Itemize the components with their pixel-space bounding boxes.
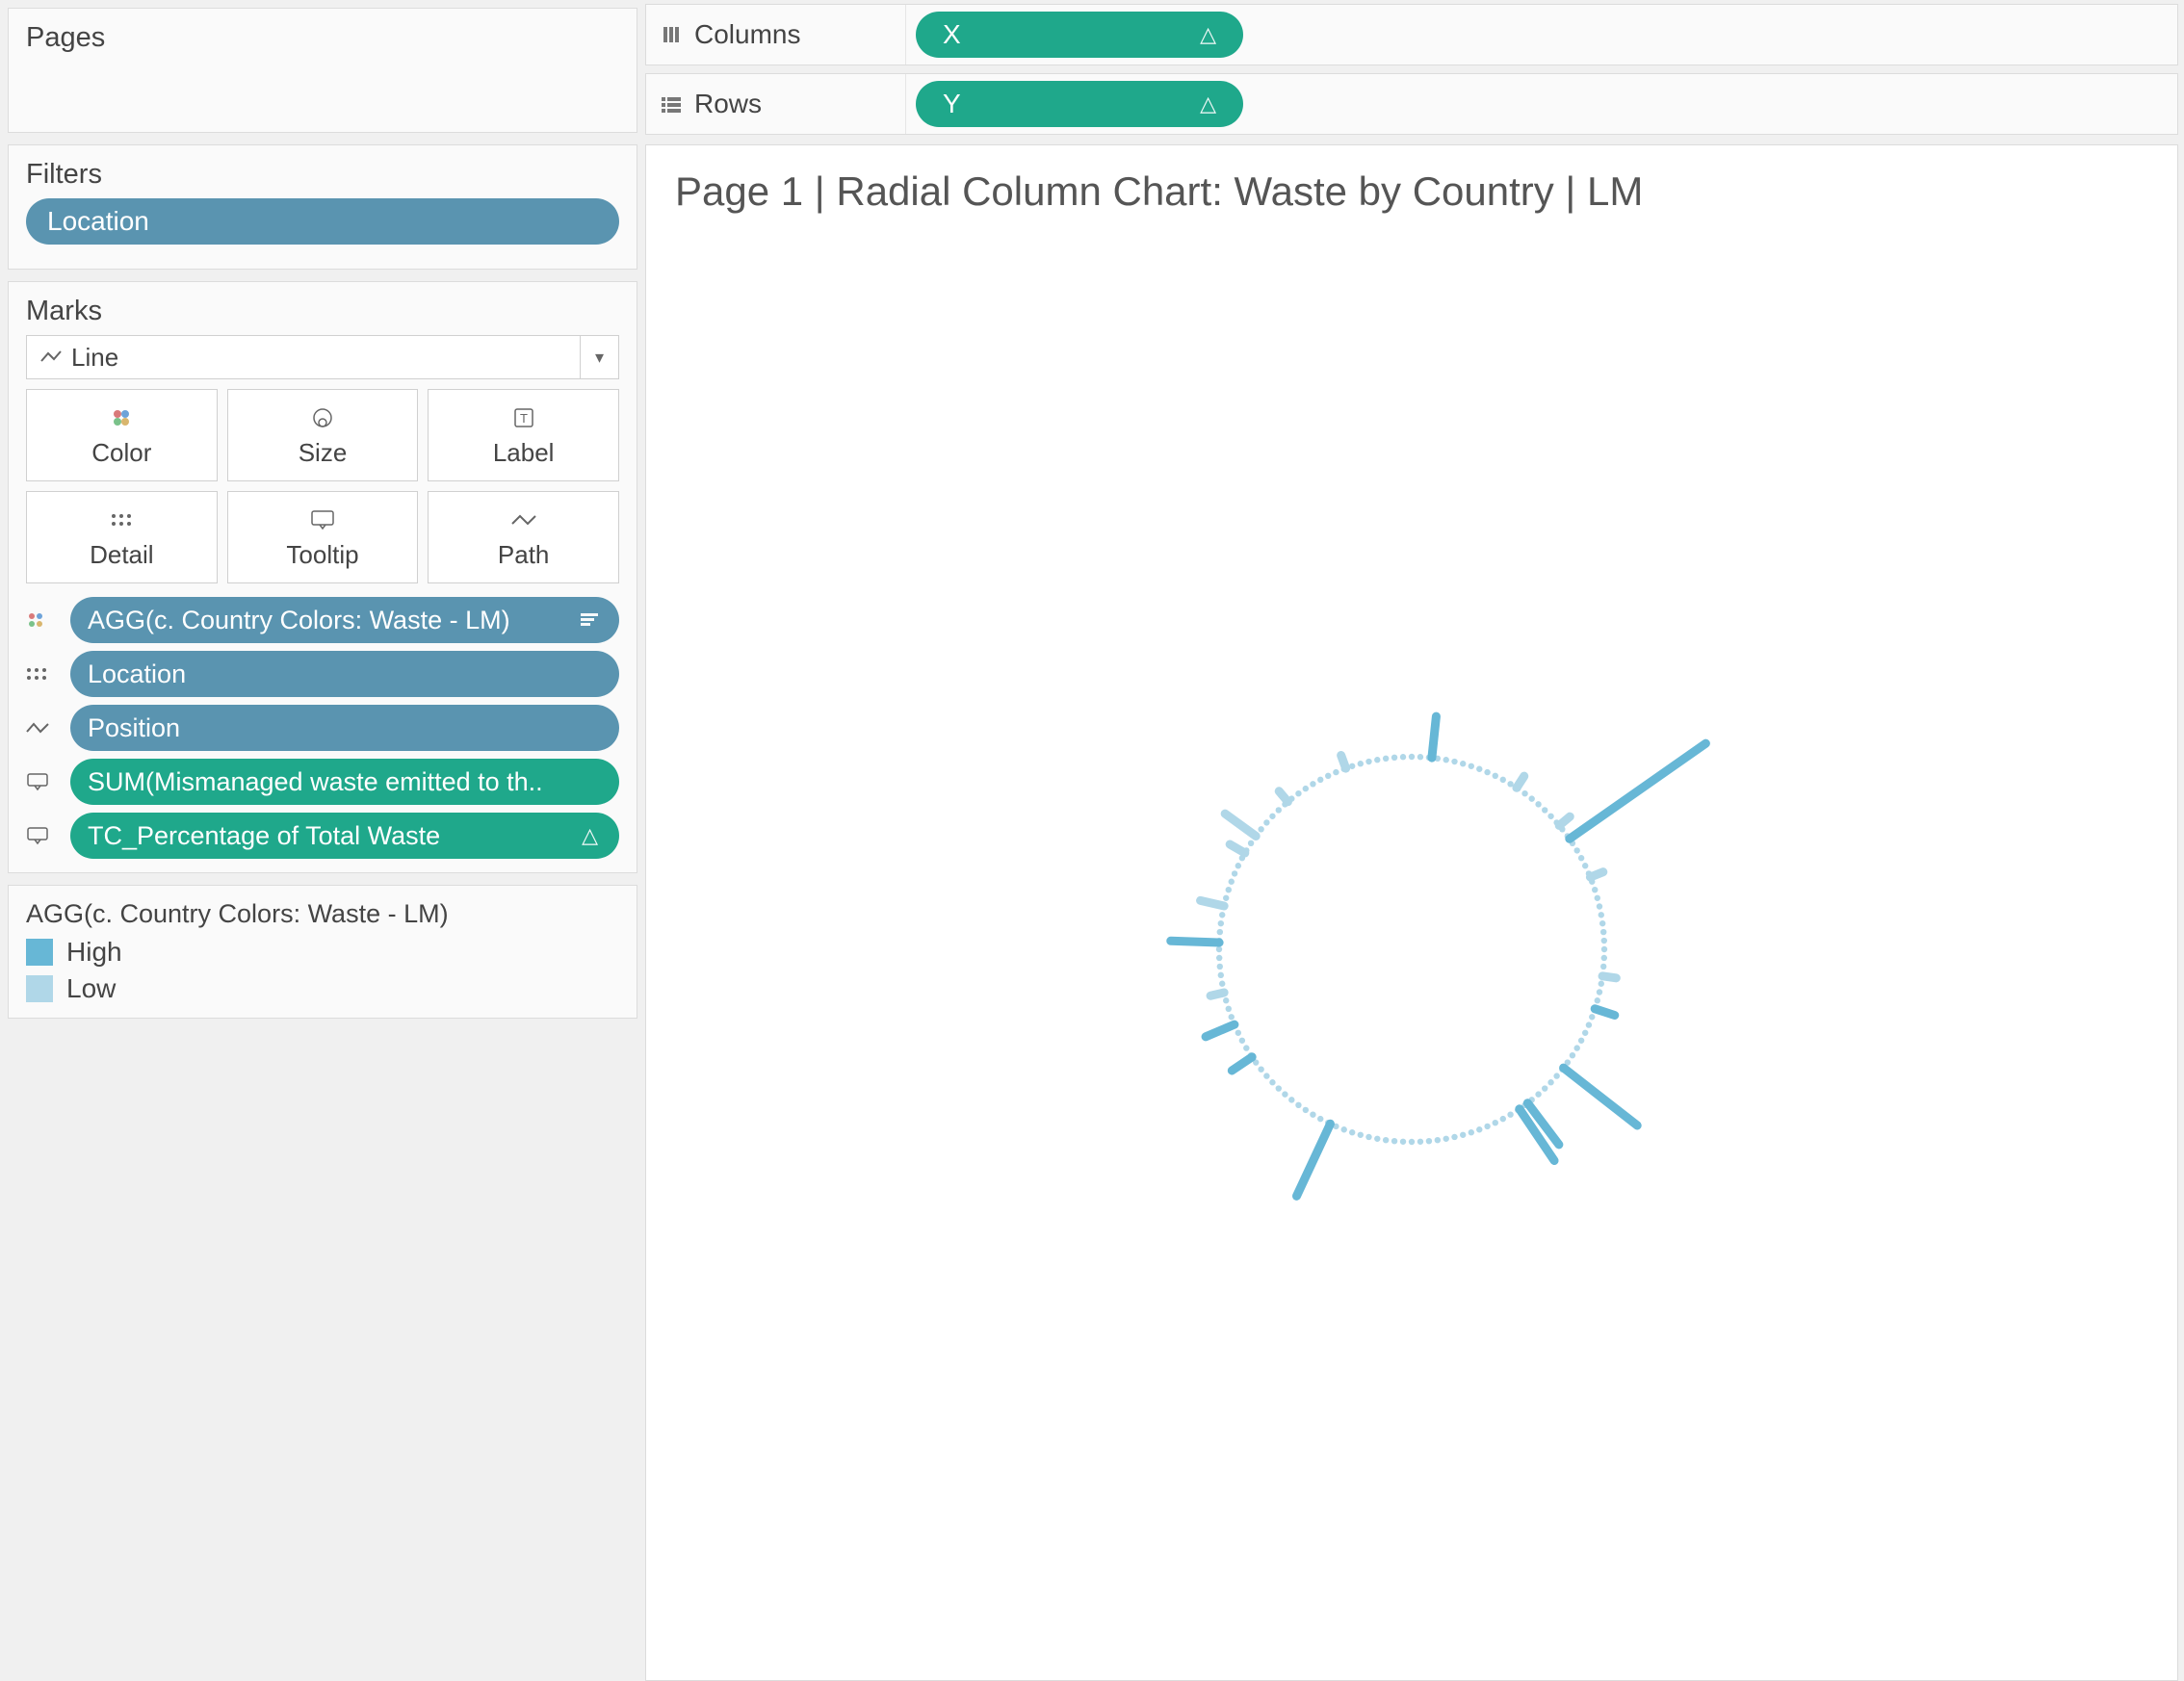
columns-pill-label: X: [943, 19, 961, 50]
tooltip-icon: [26, 826, 61, 845]
legend-title: AGG(c. Country Colors: Waste - LM): [26, 899, 619, 929]
color-icon: [110, 403, 133, 432]
mark-pill[interactable]: SUM(Mismanaged waste emitted to th..: [70, 759, 619, 805]
mark-pill-row: Location: [26, 651, 619, 697]
mark-btn-color[interactable]: Color: [26, 389, 218, 481]
mark-btn-path[interactable]: Path: [428, 491, 619, 583]
mark-pill-label: Location: [88, 659, 186, 689]
mark-btn-label: Size: [299, 438, 348, 468]
mark-btn-label[interactable]: T Label: [428, 389, 619, 481]
mark-pill-row: TC_Percentage of Total Waste △: [26, 813, 619, 859]
columns-shelf[interactable]: Columns X △: [645, 4, 2178, 65]
label-icon: T: [512, 403, 535, 432]
delta-icon: △: [1200, 91, 1216, 116]
left-panel: Pages Filters Location Marks Line ▾: [0, 0, 645, 1681]
viz-area[interactable]: Page 1 | Radial Column Chart: Waste by C…: [645, 144, 2178, 1681]
filter-pill-label: Location: [47, 206, 149, 237]
mark-pill-label: Position: [88, 713, 180, 743]
detail-icon: [110, 505, 133, 534]
mark-pill[interactable]: TC_Percentage of Total Waste △: [70, 813, 619, 859]
mark-btn-tooltip[interactable]: Tooltip: [227, 491, 419, 583]
rows-pill-label: Y: [943, 89, 961, 119]
pill-menu-icon[interactable]: [581, 613, 598, 627]
mark-btn-label: Tooltip: [286, 540, 358, 570]
mark-btn-size[interactable]: Size: [227, 389, 419, 481]
rows-pill-y[interactable]: Y △: [916, 81, 1243, 127]
radial-chart: [882, 468, 1941, 1527]
viz-title: Page 1 | Radial Column Chart: Waste by C…: [675, 168, 2148, 215]
mark-pill[interactable]: Position: [70, 705, 619, 751]
mark-btn-label: Label: [493, 438, 555, 468]
marktype-label: Line: [71, 343, 118, 373]
legend-label: High: [66, 937, 122, 968]
mark-btn-label: Path: [498, 540, 550, 570]
columns-pill-x[interactable]: X △: [916, 12, 1243, 58]
mark-pill-row: AGG(c. Country Colors: Waste - LM): [26, 597, 619, 643]
legend-swatch: [26, 939, 53, 966]
mark-pill-row: Position: [26, 705, 619, 751]
right-panel: Columns X △ Rows Y △: [645, 0, 2184, 1681]
app-root: Pages Filters Location Marks Line ▾: [0, 0, 2184, 1681]
mark-pill-label: TC_Percentage of Total Waste: [88, 821, 440, 851]
pages-title: Pages: [26, 22, 619, 54]
legend-card[interactable]: AGG(c. Country Colors: Waste - LM) High L…: [8, 885, 637, 1019]
legend-swatch: [26, 975, 53, 1002]
mark-pill[interactable]: AGG(c. Country Colors: Waste - LM): [70, 597, 619, 643]
legend-label: Low: [66, 973, 116, 1004]
size-icon: [308, 403, 337, 432]
mark-pill-label: AGG(c. Country Colors: Waste - LM): [88, 606, 510, 635]
mark-pill-row: SUM(Mismanaged waste emitted to th..: [26, 759, 619, 805]
mark-btn-label: Detail: [90, 540, 153, 570]
path-icon: [26, 721, 61, 735]
delta-icon: △: [582, 823, 598, 848]
chevron-down-icon[interactable]: ▾: [580, 336, 618, 378]
mark-btn-label: Color: [91, 438, 151, 468]
pages-card[interactable]: Pages: [8, 8, 637, 133]
legend-item[interactable]: Low: [26, 973, 619, 1004]
rows-icon: [662, 94, 681, 114]
line-icon: [40, 349, 62, 365]
path-icon: [511, 505, 536, 534]
tooltip-icon: [310, 505, 335, 534]
marks-card: Marks Line ▾ Color: [8, 281, 637, 873]
rows-label: Rows: [694, 89, 762, 119]
columns-label: Columns: [694, 19, 800, 50]
mark-pills-list: AGG(c. Country Colors: Waste - LM) Locati…: [26, 597, 619, 859]
marktype-select[interactable]: Line ▾: [26, 335, 619, 379]
legend-item[interactable]: High: [26, 937, 619, 968]
tooltip-icon: [26, 772, 61, 791]
detail-icon: [26, 667, 61, 681]
filters-title: Filters: [26, 159, 619, 191]
rows-shelf[interactable]: Rows Y △: [645, 73, 2178, 135]
filter-pill-location[interactable]: Location: [26, 198, 619, 245]
color-icon: [26, 610, 61, 630]
marks-title: Marks: [26, 296, 619, 327]
mark-pill-label: SUM(Mismanaged waste emitted to th..: [88, 767, 543, 797]
columns-icon: [662, 25, 681, 44]
svg-text:T: T: [520, 411, 528, 426]
filters-card[interactable]: Filters Location: [8, 144, 637, 270]
mark-btn-detail[interactable]: Detail: [26, 491, 218, 583]
mark-pill[interactable]: Location: [70, 651, 619, 697]
delta-icon: △: [1200, 22, 1216, 47]
